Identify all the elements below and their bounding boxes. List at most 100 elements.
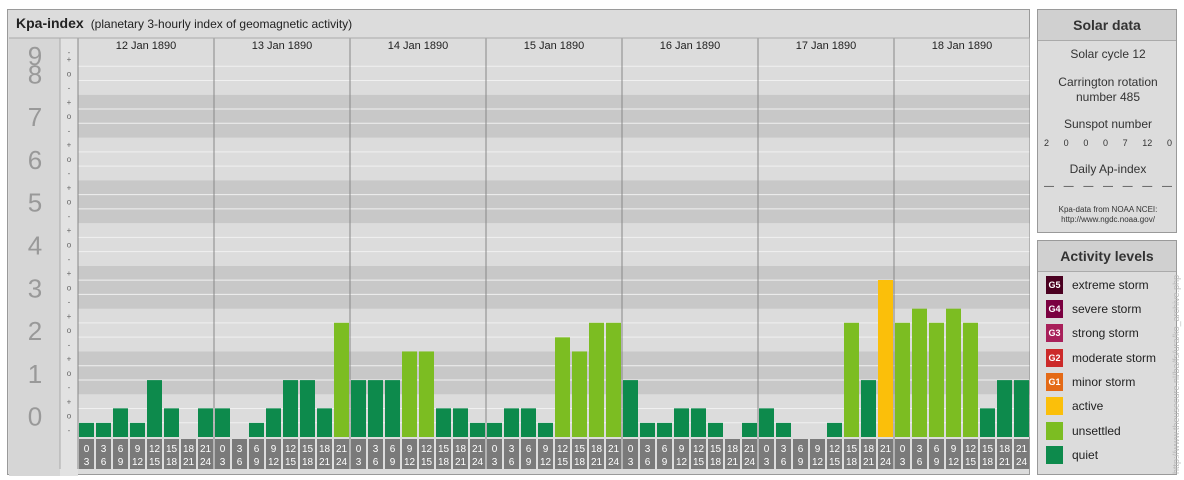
ap-value: — [1102, 181, 1113, 192]
hour-start-label: 9 [815, 444, 821, 455]
hour-start-label: 6 [526, 444, 532, 455]
y-tick-label: 5 [28, 188, 42, 218]
hour-end-label: 9 [390, 457, 396, 468]
day-label: 17 Jan 1890 [796, 40, 857, 52]
hour-start-label: 6 [662, 444, 668, 455]
hour-start-label: 3 [917, 444, 923, 455]
day-label: 16 Jan 1890 [660, 40, 721, 52]
hour-end-label: 24 [608, 457, 620, 468]
hour-start-label: 9 [407, 444, 413, 455]
level-row: active [1046, 396, 1103, 416]
sunspot-label: Sunspot number [1063, 117, 1153, 131]
level-swatch [1046, 446, 1063, 464]
activity-levels-panel: Activity levels G5 extreme storm G4 severe… [1037, 240, 1177, 475]
y-tick-label: 1 [28, 359, 42, 389]
activity-levels-title: Activity levels [1038, 241, 1176, 272]
y-subtick-label: - [68, 84, 71, 93]
day-label: 15 Jan 1890 [524, 40, 585, 52]
level-label: severe storm [1072, 302, 1142, 316]
kp-bar [589, 322, 604, 437]
hour-end-label: 9 [526, 457, 532, 468]
y-subtick-label: + [67, 397, 72, 406]
hour-start-label: 3 [509, 444, 515, 455]
y-subtick-label: + [67, 98, 72, 107]
hour-end-label: 12 [132, 457, 144, 468]
kp-bar [300, 380, 315, 437]
hour-end-label: 3 [764, 457, 770, 468]
kp-bar [606, 322, 621, 437]
kp-bar [538, 422, 553, 437]
band [78, 180, 1030, 224]
carrington-line2: number 485 [1075, 90, 1141, 104]
hour-start-label: 6 [798, 444, 804, 455]
hour-end-label: 24 [880, 457, 892, 468]
hour-start-label: 18 [999, 444, 1011, 455]
hour-start-label: 0 [492, 444, 498, 455]
hour-start-label: 3 [645, 444, 651, 455]
y-tick-label: 4 [28, 231, 42, 261]
hour-end-label: 21 [591, 457, 603, 468]
band [78, 52, 1030, 95]
kp-bar [198, 408, 213, 437]
level-row: G1 minor storm [1046, 372, 1135, 392]
kp-bar [844, 322, 859, 437]
data-credit-url: http://www.ngdc.noaa.gov/ [1061, 215, 1155, 224]
sunspot-value: 2 [1044, 138, 1050, 148]
hour-start-label: 12 [829, 444, 841, 455]
band [78, 223, 1030, 266]
hour-start-label: 6 [390, 444, 396, 455]
ap-value: — [1083, 181, 1094, 192]
level-swatch: G4 [1046, 300, 1063, 318]
hour-start-label: 9 [271, 444, 277, 455]
ap-value: — [1161, 181, 1172, 192]
kp-bar [402, 351, 417, 437]
hour-end-label: 15 [829, 457, 841, 468]
hour-start-label: 12 [421, 444, 433, 455]
solar-data-panel: Solar data Solar cycle 12 Carrington rot… [1037, 9, 1177, 233]
level-row: G4 severe storm [1046, 299, 1141, 319]
hour-end-label: 12 [812, 457, 824, 468]
hour-end-label: 21 [455, 457, 467, 468]
sunspot-value: 0 [1083, 138, 1089, 148]
kp-bar [827, 422, 842, 437]
level-label: unsettled [1072, 424, 1121, 438]
carrington-line1: Carrington rotation [1058, 75, 1158, 89]
ap-value: — [1122, 181, 1133, 192]
y-subtick-label: o [67, 241, 72, 250]
level-row: quiet [1046, 445, 1098, 465]
hour-start-label: 9 [135, 444, 141, 455]
band [78, 137, 1030, 181]
kp-bar [691, 408, 706, 437]
level-row: unsettled [1046, 421, 1121, 441]
hour-start-label: 0 [84, 444, 90, 455]
hour-end-label: 3 [628, 457, 634, 468]
kp-bar [147, 380, 162, 437]
hour-end-label: 12 [268, 457, 280, 468]
y-tick-label: 9 [28, 41, 42, 71]
hour-start-label: 21 [336, 444, 348, 455]
level-label: extreme storm [1072, 278, 1149, 292]
y-subtick-label: o [67, 112, 72, 121]
y-subtick-label: + [67, 141, 72, 150]
level-swatch [1046, 422, 1063, 440]
hour-start-label: 6 [254, 444, 260, 455]
kp-bar [470, 422, 485, 437]
day-label: 14 Jan 1890 [388, 40, 449, 52]
hour-end-label: 18 [438, 457, 450, 468]
hour-start-label: 6 [934, 444, 940, 455]
sunspot-value: 12 [1142, 138, 1153, 148]
hour-start-label: 21 [744, 444, 756, 455]
level-row: G5 extreme storm [1046, 275, 1149, 295]
kp-bar [657, 422, 672, 437]
hour-end-label: 6 [645, 457, 651, 468]
hour-end-label: 9 [254, 457, 260, 468]
y-subtick-label: - [68, 48, 71, 57]
hour-end-label: 24 [200, 457, 212, 468]
hour-end-label: 15 [693, 457, 705, 468]
kpa-bar-chart: 0123456789-o+-o+-o+-o+-o+-o+-o+-o+-o+-12… [9, 37, 1030, 476]
hour-end-label: 18 [302, 457, 314, 468]
hour-end-label: 12 [540, 457, 552, 468]
kp-bar [79, 422, 94, 437]
hour-end-label: 12 [948, 457, 960, 468]
y-tick-label: 2 [28, 316, 42, 346]
